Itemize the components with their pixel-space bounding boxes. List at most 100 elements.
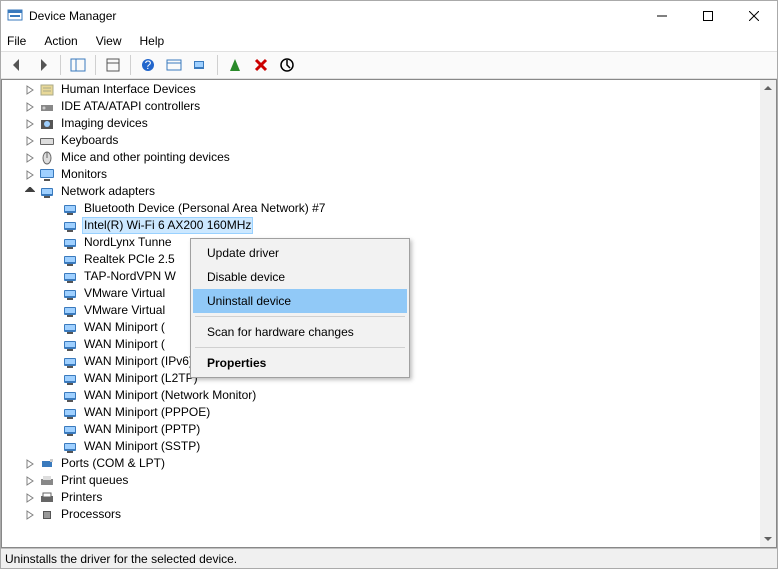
tree-category[interactable]: Ports (COM & LPT) xyxy=(2,455,760,472)
network-adapter-icon xyxy=(62,422,78,438)
device-label: WAN Miniport ( xyxy=(82,319,167,336)
category-icon xyxy=(39,184,55,200)
tree-device[interactable]: Intel(R) Wi-Fi 6 AX200 160MHz xyxy=(2,217,760,234)
chevron-right-icon[interactable] xyxy=(24,509,36,521)
context-menu-item[interactable]: Update driver xyxy=(193,241,407,265)
category-icon xyxy=(39,490,55,506)
category-icon xyxy=(39,507,55,523)
tree-category[interactable]: Printers xyxy=(2,489,760,506)
menu-action[interactable]: Action xyxy=(44,34,77,48)
category-label: Ports (COM & LPT) xyxy=(59,455,167,472)
device-label: TAP-NordVPN W xyxy=(82,268,178,285)
network-adapter-icon xyxy=(62,303,78,319)
chevron-right-icon[interactable] xyxy=(24,101,36,113)
network-adapter-icon xyxy=(62,252,78,268)
network-adapter-icon xyxy=(62,218,78,234)
toolbar: ? xyxy=(1,51,777,79)
menu-view[interactable]: View xyxy=(96,34,122,48)
view-button[interactable] xyxy=(162,53,186,77)
tree-device[interactable]: WAN Miniport (SSTP) xyxy=(2,438,760,455)
network-adapter-icon xyxy=(62,201,78,217)
network-adapter-icon xyxy=(62,354,78,370)
tree-device[interactable]: Bluetooth Device (Personal Area Network)… xyxy=(2,200,760,217)
category-icon xyxy=(39,456,55,472)
device-label: WAN Miniport (IPv6) xyxy=(82,353,195,370)
chevron-down-icon[interactable] xyxy=(24,186,36,198)
device-label: WAN Miniport (L2TP) xyxy=(82,370,200,387)
chevron-right-icon[interactable] xyxy=(24,135,36,147)
menu-bar: File Action View Help xyxy=(1,31,777,51)
device-label: Bluetooth Device (Personal Area Network)… xyxy=(82,200,327,217)
show-hide-tree-button[interactable] xyxy=(66,53,90,77)
tree-category[interactable]: IDE ATA/ATAPI controllers xyxy=(2,98,760,115)
app-icon xyxy=(7,8,23,24)
scan-hardware-button[interactable] xyxy=(188,53,212,77)
tree-category[interactable]: Monitors xyxy=(2,166,760,183)
tree-device[interactable]: WAN Miniport (PPTP) xyxy=(2,421,760,438)
category-label: Imaging devices xyxy=(59,115,150,132)
category-icon xyxy=(39,167,55,183)
minimize-button[interactable] xyxy=(639,1,685,31)
context-menu-item[interactable]: Disable device xyxy=(193,265,407,289)
chevron-right-icon[interactable] xyxy=(24,458,36,470)
category-icon xyxy=(39,99,55,115)
context-menu-item[interactable]: Properties xyxy=(193,351,407,375)
scroll-up-button[interactable] xyxy=(760,80,776,96)
tree-category[interactable]: Human Interface Devices xyxy=(2,81,760,98)
tree-device[interactable]: WAN Miniport (Network Monitor) xyxy=(2,387,760,404)
category-label: Keyboards xyxy=(59,132,120,149)
context-menu-item[interactable]: Uninstall device xyxy=(193,289,407,313)
device-label: NordLynx Tunne xyxy=(82,234,174,251)
category-icon xyxy=(39,116,55,132)
context-menu-item[interactable]: Scan for hardware changes xyxy=(193,320,407,344)
close-button[interactable] xyxy=(731,1,777,31)
properties-button[interactable] xyxy=(101,53,125,77)
svg-text:?: ? xyxy=(145,58,152,72)
tree-category[interactable]: Mice and other pointing devices xyxy=(2,149,760,166)
chevron-right-icon[interactable] xyxy=(24,492,36,504)
category-label: Network adapters xyxy=(59,183,157,200)
status-text: Uninstalls the driver for the selected d… xyxy=(5,552,237,566)
device-label: WAN Miniport ( xyxy=(82,336,167,353)
back-button[interactable] xyxy=(5,53,29,77)
enable-button[interactable] xyxy=(223,53,247,77)
uninstall-button[interactable] xyxy=(249,53,273,77)
tree-category[interactable]: Imaging devices xyxy=(2,115,760,132)
category-icon xyxy=(39,473,55,489)
chevron-right-icon[interactable] xyxy=(24,84,36,96)
network-adapter-icon xyxy=(62,371,78,387)
category-label: Print queues xyxy=(59,472,130,489)
category-icon xyxy=(39,150,55,166)
category-label: Mice and other pointing devices xyxy=(59,149,232,166)
network-adapter-icon xyxy=(62,405,78,421)
menu-file[interactable]: File xyxy=(7,34,26,48)
chevron-right-icon[interactable] xyxy=(24,169,36,181)
tree-category[interactable]: Print queues xyxy=(2,472,760,489)
chevron-right-icon[interactable] xyxy=(24,152,36,164)
forward-button[interactable] xyxy=(31,53,55,77)
chevron-right-icon[interactable] xyxy=(24,475,36,487)
help-button[interactable]: ? xyxy=(136,53,160,77)
device-label: WAN Miniport (Network Monitor) xyxy=(82,387,258,404)
maximize-button[interactable] xyxy=(685,1,731,31)
context-menu: Update driverDisable deviceUninstall dev… xyxy=(190,238,410,378)
toolbar-separator xyxy=(130,55,131,75)
network-adapter-icon xyxy=(62,439,78,455)
network-adapter-icon xyxy=(62,320,78,336)
scroll-down-button[interactable] xyxy=(760,531,776,547)
tree-category[interactable]: Processors xyxy=(2,506,760,523)
network-adapter-icon xyxy=(62,235,78,251)
device-label: VMware Virtual xyxy=(82,302,167,319)
update-driver-button[interactable] xyxy=(275,53,299,77)
context-menu-separator xyxy=(195,347,405,348)
vertical-scrollbar[interactable] xyxy=(760,80,776,547)
category-label: Monitors xyxy=(59,166,109,183)
category-label: Processors xyxy=(59,506,123,523)
tree-category[interactable]: Keyboards xyxy=(2,132,760,149)
category-label: Printers xyxy=(59,489,104,506)
device-tree-panel: Human Interface Devices IDE ATA/ATAPI co… xyxy=(1,79,777,548)
tree-category[interactable]: Network adapters xyxy=(2,183,760,200)
tree-device[interactable]: WAN Miniport (PPPOE) xyxy=(2,404,760,421)
menu-help[interactable]: Help xyxy=(140,34,165,48)
chevron-right-icon[interactable] xyxy=(24,118,36,130)
